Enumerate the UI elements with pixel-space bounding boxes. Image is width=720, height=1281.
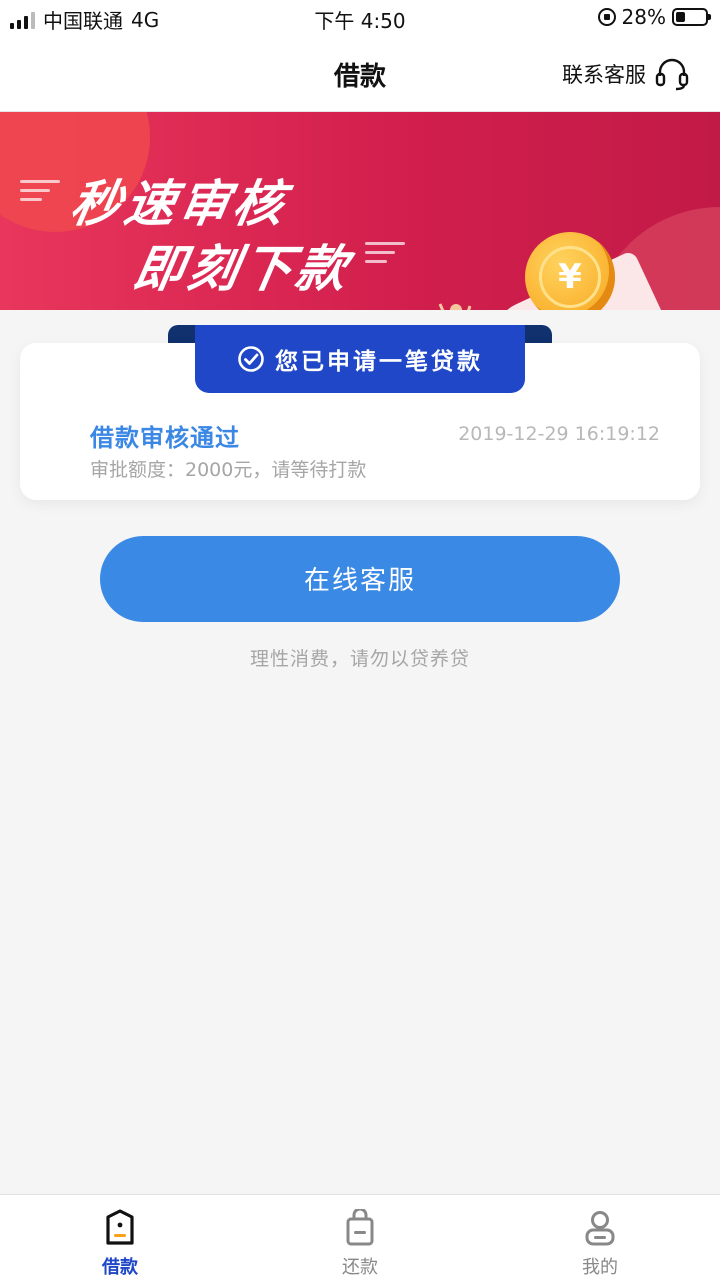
banner-slogan-line2: 即刻下款 [129, 240, 356, 298]
loan-status-detail: 审批额度：2000元，请等待打款 [90, 459, 367, 481]
repay-icon [346, 1209, 374, 1246]
tab-bar: 借款 还款 我的 [0, 1194, 720, 1281]
speed-lines-decor [365, 242, 405, 269]
tab-borrow[interactable]: 借款 [0, 1195, 240, 1281]
tab-borrow-label: 借款 [102, 1257, 138, 1278]
status-right: 28% [597, 5, 711, 29]
coin-illustration: ¥ [525, 232, 615, 310]
consumption-tip: 理性消费，请勿以贷养贷 [249, 648, 470, 670]
contact-service-label: 联系客服 [562, 63, 646, 87]
borrow-icon [106, 1209, 134, 1245]
status-bar: 中国联通 4G 下午 4:50 28% [0, 0, 720, 36]
orientation-lock-icon [597, 8, 616, 26]
battery-percent: 28% [621, 5, 666, 29]
tab-repay[interactable]: 还款 [240, 1195, 480, 1281]
promo-banner[interactable]: 秒速审核 即刻下款 ¥ [0, 112, 720, 310]
battery-icon [672, 8, 711, 26]
check-circle-icon [238, 346, 264, 372]
contact-service-button[interactable]: 联系客服 [562, 56, 690, 92]
loan-status-title: 借款审核通过 [90, 424, 240, 452]
speed-lines-decor [20, 180, 60, 207]
profile-icon [585, 1211, 615, 1246]
tab-profile[interactable]: 我的 [480, 1195, 720, 1281]
coin-symbol: ¥ [539, 246, 601, 308]
banner-slogan-line1: 秒速审核 [66, 175, 293, 233]
person-illustration [438, 303, 472, 310]
tab-repay-label: 还款 [342, 1257, 378, 1278]
application-ribbon: 您已申请一笔贷款 [195, 325, 525, 393]
online-service-button[interactable]: 在线客服 [100, 536, 620, 622]
headset-icon [655, 58, 689, 91]
tab-profile-label: 我的 [582, 1257, 618, 1278]
loan-status-time: 2019-12-29 16:19:12 [458, 423, 660, 445]
ribbon-text: 您已申请一笔贷款 [275, 349, 483, 375]
nav-bar: 借款 联系客服 [0, 36, 720, 112]
